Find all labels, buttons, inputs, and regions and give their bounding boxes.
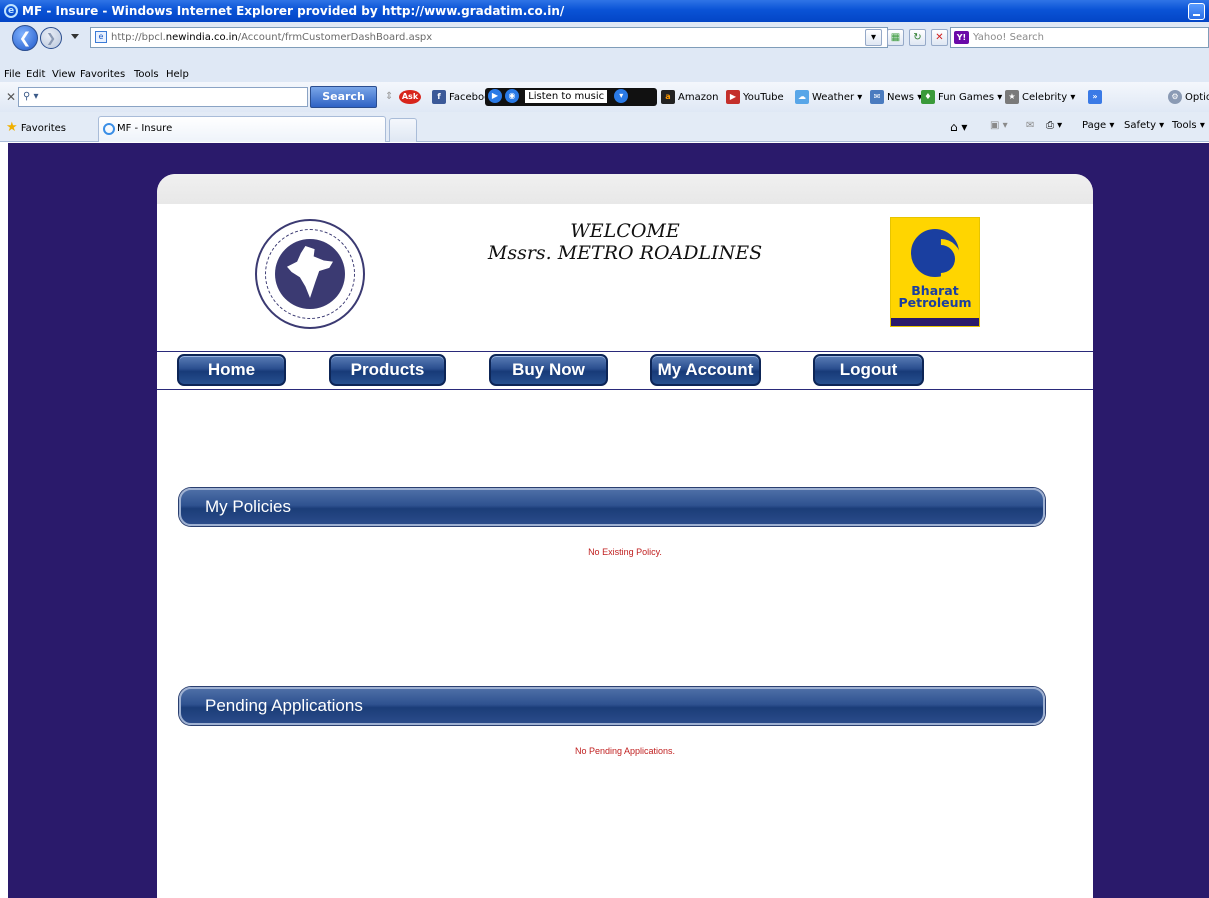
toolbar-search-button[interactable]: Search — [310, 86, 377, 108]
fun-games-label: Fun Games — [938, 92, 995, 103]
home-icon[interactable]: ⌂ ▾ — [950, 120, 967, 134]
menu-view[interactable]: View — [52, 68, 76, 82]
window-title: MF - Insure - Windows Internet Explorer … — [22, 4, 565, 18]
amazon-icon: a — [661, 90, 675, 104]
safety-menu-label: Safety — [1124, 120, 1156, 131]
my-policies-header: My Policies — [179, 488, 1045, 526]
page-menu-button[interactable]: Page ▾ — [1082, 120, 1114, 131]
volume-icon: ◉ — [505, 89, 519, 103]
ie-tab-icon — [103, 123, 115, 135]
nav-my-account-button[interactable]: My Account — [650, 354, 761, 386]
more-chevron-icon[interactable]: » — [1088, 90, 1105, 105]
celebrity-button[interactable]: ★ Celebrity ▾ — [1005, 90, 1075, 105]
listen-dropdown-icon: ▾ — [614, 89, 629, 103]
no-pending-message: No Pending Applications. — [574, 746, 676, 756]
listen-label: Listen to music — [525, 90, 608, 103]
celebrity-label: Celebrity — [1022, 92, 1068, 103]
menu-favorites[interactable]: Favorites — [80, 68, 125, 82]
page-icon: e — [95, 31, 107, 43]
facebook-icon: f — [432, 90, 446, 104]
games-icon: ♦ — [921, 90, 935, 104]
bpcl-logo-text: Bharat Petroleum — [898, 283, 972, 310]
page-container: WELCOME Mssrs. METRO ROADLINES Bharat Pet… — [157, 174, 1093, 898]
youtube-button[interactable]: ▶ YouTube — [726, 90, 784, 105]
pending-applications-header: Pending Applications — [179, 687, 1045, 725]
options-label: Optio — [1185, 92, 1209, 103]
menu-help[interactable]: Help — [166, 68, 189, 82]
favorites-label: Favorites — [20, 123, 67, 134]
nav-products-button[interactable]: Products — [329, 354, 446, 386]
no-policy-message: No Existing Policy. — [588, 547, 662, 557]
url-path: /Account/frmCustomerDashBoard.aspx — [237, 32, 433, 43]
bharat-petroleum-logo: Bharat Petroleum — [890, 217, 980, 327]
weather-button[interactable]: ☁ Weather ▾ — [795, 90, 862, 105]
news-button[interactable]: ✉ News ▾ — [870, 90, 922, 105]
history-dropdown-icon[interactable] — [71, 34, 79, 39]
youtube-icon: ▶ — [726, 90, 740, 104]
address-bar[interactable]: e http://bpcl.newindia.co.in/Account/frm… — [90, 27, 888, 48]
menu-file[interactable]: File — [4, 68, 21, 82]
weather-icon: ☁ — [795, 90, 809, 104]
tools-menu-label: Tools — [1172, 120, 1197, 131]
tab-mf-insure[interactable]: MF - Insure — [98, 116, 386, 142]
star-icon: ★ — [6, 120, 18, 135]
page-top-band — [157, 174, 1093, 204]
forward-button[interactable]: ❯ — [40, 27, 62, 49]
amazon-button[interactable]: a Amazon — [661, 90, 718, 105]
yahoo-icon: Y! — [954, 31, 969, 44]
tab-bar: ★ Favorites MF - Insure ⌂ ▾ ▣ ▾ ✉ ⎙ ▾ Pa… — [0, 112, 1209, 142]
menu-bar: File Edit View Favorites Tools Help — [0, 68, 1209, 82]
page-viewport: WELCOME Mssrs. METRO ROADLINES Bharat Pet… — [8, 143, 1209, 898]
nav-divider-top — [157, 351, 1093, 352]
safety-menu-button[interactable]: Safety ▾ — [1124, 120, 1164, 131]
bpcl-emblem-icon — [911, 229, 959, 277]
amazon-label: Amazon — [678, 92, 719, 103]
new-tab-button[interactable] — [389, 118, 417, 142]
nav-home-button[interactable]: Home — [177, 354, 286, 386]
refresh-icon[interactable]: ↻ — [909, 29, 926, 46]
url-prefix: http://bpcl. — [111, 32, 166, 43]
stop-icon[interactable]: ✕ — [931, 29, 948, 46]
ask-toolbar: ✕ ⚲ ▾ Search ⇕ Ask fFacebook ▾ ▶◉ Listen… — [0, 82, 1209, 112]
nav-logout-button[interactable]: Logout — [813, 354, 924, 386]
ie-logo-icon: e — [4, 4, 18, 18]
minimize-button[interactable] — [1188, 3, 1205, 20]
search-placeholder: Yahoo! Search — [973, 32, 1044, 43]
menu-edit[interactable]: Edit — [26, 68, 45, 82]
compatibility-view-icon[interactable]: ▦ — [887, 29, 904, 46]
print-icon[interactable]: ⎙ ▾ — [1046, 120, 1062, 131]
play-icon: ▶ — [488, 89, 502, 103]
close-toolbar-icon[interactable]: ✕ — [6, 90, 16, 104]
window-titlebar: e MF - Insure - Windows Internet Explore… — [0, 0, 1209, 22]
fun-games-button[interactable]: ♦ Fun Games ▾ — [921, 90, 1002, 105]
search-input[interactable]: Y! Yahoo! Search — [950, 27, 1209, 48]
tools-menu-button[interactable]: Tools ▾ — [1172, 120, 1205, 131]
weather-label: Weather — [812, 92, 855, 103]
nav-divider-bottom — [157, 389, 1093, 390]
news-icon: ✉ — [870, 90, 884, 104]
mail-icon[interactable]: ✉ — [1026, 120, 1034, 131]
page-menu-label: Page — [1082, 120, 1107, 131]
listen-to-music-button[interactable]: ▶ ◉ Listen to music ▾ — [485, 88, 657, 106]
tab-label: MF - Insure — [117, 123, 173, 134]
url-domain: newindia.co.in — [165, 32, 238, 43]
address-row: ❮ ❯ e http://bpcl.newindia.co.in/Account… — [0, 22, 1209, 68]
nav-buy-now-button[interactable]: Buy Now — [489, 354, 608, 386]
gear-icon: ⚙ — [1168, 90, 1182, 104]
menu-tools[interactable]: Tools — [134, 68, 159, 82]
back-button[interactable]: ❮ — [12, 25, 38, 51]
toolbar-grip-icon: ⇕ — [385, 91, 394, 102]
address-dropdown-button[interactable]: ▾ — [865, 29, 882, 46]
news-label: News — [887, 92, 915, 103]
toolbar-search-input[interactable]: ⚲ ▾ — [18, 87, 308, 107]
feeds-icon[interactable]: ▣ ▾ — [990, 120, 1008, 131]
youtube-label: YouTube — [743, 92, 784, 103]
ask-logo-icon[interactable]: Ask — [399, 90, 424, 105]
favorites-button[interactable]: ★ Favorites — [6, 120, 66, 135]
celebrity-icon: ★ — [1005, 90, 1019, 104]
options-button[interactable]: ⚙ Optio — [1168, 90, 1209, 105]
